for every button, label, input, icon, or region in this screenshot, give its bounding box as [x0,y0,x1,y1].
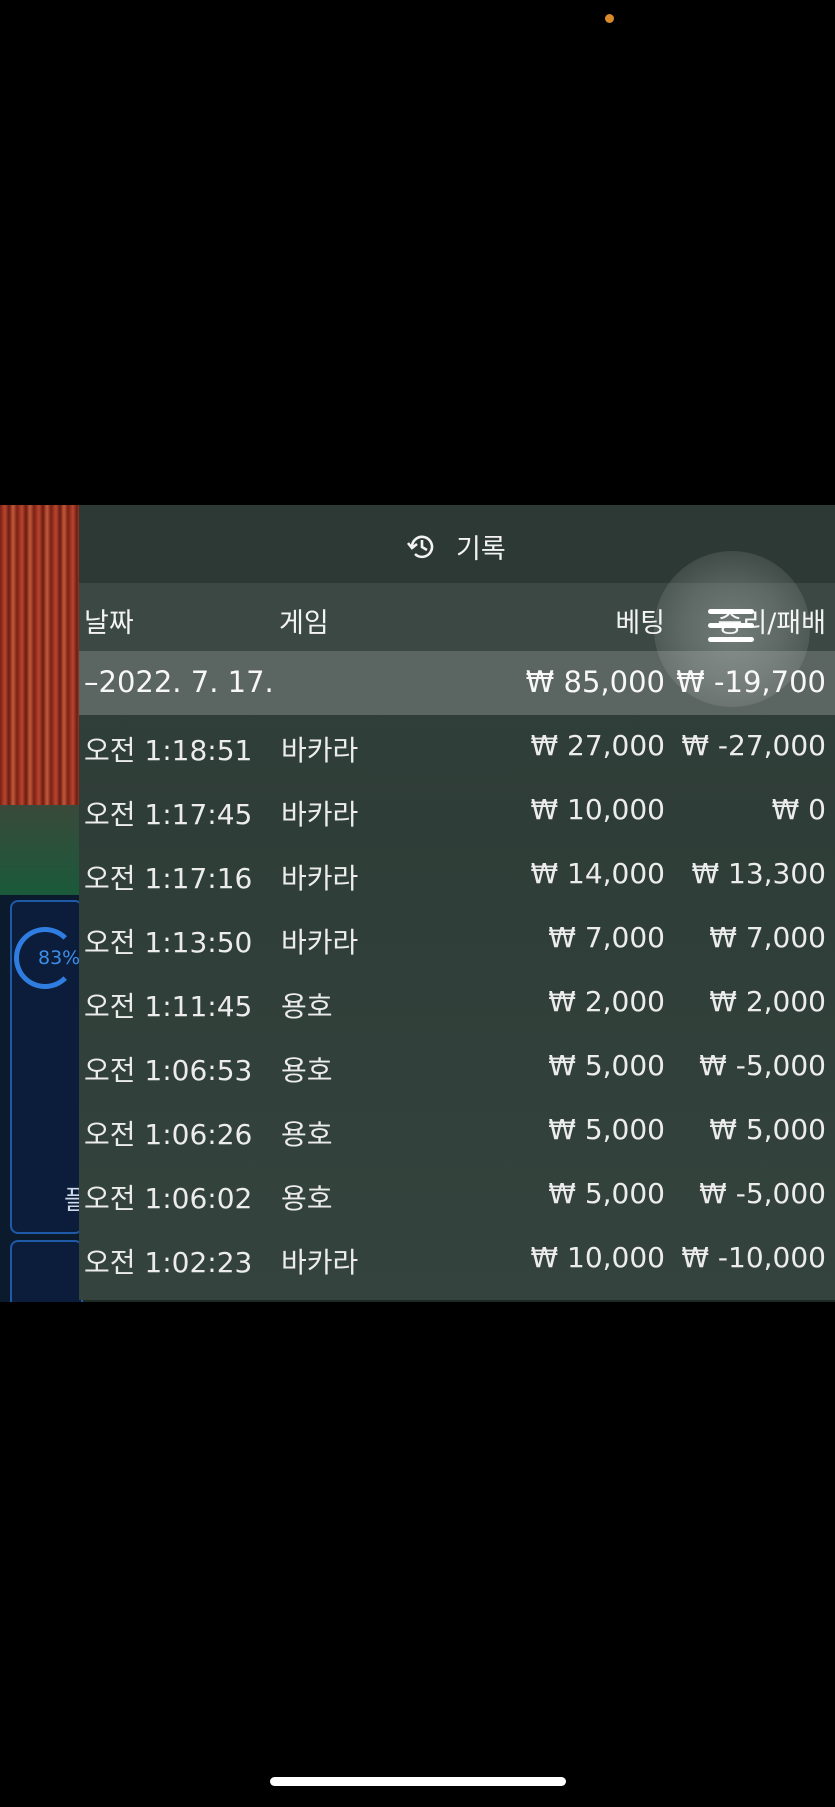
row-game: 바카라 [281,734,359,767]
game-sidebar: 83% 플 [0,505,88,1302]
row-game: 바카라 [281,862,359,895]
table-row[interactable]: 오전 1:06:53 용호 ₩ 5,000 ₩ -5,000 [79,1035,835,1099]
camera-indicator [605,14,614,23]
percent-label: 83% [38,947,81,969]
menu-button[interactable] [654,551,810,707]
row-winloss: ₩ 7,000 [709,921,826,954]
column-date: 날짜 [84,608,134,639]
table-row[interactable]: 오전 1:13:50 바카라 ₩ 7,000 ₩ 7,000 [79,907,835,971]
row-game: 바카라 [281,798,359,831]
row-time: 오전 1:13:50 [84,926,253,959]
table-row[interactable]: 오전 1:17:16 바카라 ₩ 14,000 ₩ 13,300 [79,843,835,907]
menu-icon [708,609,754,649]
stat-card-secondary[interactable] [10,1240,83,1302]
row-bet: ₩ 10,000 [530,1241,665,1274]
row-game: 용호 [281,1182,333,1215]
row-time: 오전 1:06:26 [84,1118,253,1151]
table-row[interactable]: 오전 1:11:45 용호 ₩ 2,000 ₩ 2,000 [79,971,835,1035]
row-winloss: ₩ 5,000 [709,1113,826,1146]
group-date: –2022. 7. 17. [84,665,274,699]
row-winloss: ₩ 13,300 [691,857,826,890]
row-bet: ₩ 5,000 [548,1113,665,1146]
row-game: 용호 [281,1118,333,1151]
row-game: 바카라 [281,926,359,959]
row-winloss: ₩ 0 [771,793,826,826]
row-winloss: ₩ -5,000 [699,1049,826,1082]
history-panel: 기록 날짜 게임 베팅 승리/패배 –2022. 7. 17. ₩ 85,000… [79,505,835,1300]
row-winloss: ₩ -5,000 [699,1177,826,1210]
row-winloss: ₩ -10,000 [681,1241,826,1274]
table-row[interactable]: 오전 1:06:02 용호 ₩ 5,000 ₩ -5,000 [79,1163,835,1227]
table-row[interactable]: 오전 1:02:23 바카라 ₩ 10,000 ₩ -10,000 [79,1227,835,1291]
row-game: 용호 [281,990,333,1023]
row-bet: ₩ 5,000 [548,1049,665,1082]
row-time: 오전 1:11:45 [84,990,253,1023]
row-bet: ₩ 2,000 [548,985,665,1018]
row-bet: ₩ 14,000 [530,857,665,890]
table-row[interactable]: 오전 1:17:45 바카라 ₩ 10,000 ₩ 0 [79,779,835,843]
row-time: 오전 1:06:02 [84,1182,253,1215]
row-time: 오전 1:17:45 [84,798,253,831]
table-row[interactable]: 오전 1:18:51 바카라 ₩ 27,000 ₩ -27,000 [79,715,835,779]
row-bet: ₩ 7,000 [548,921,665,954]
row-game: 바카라 [281,1246,359,1279]
history-title: 기록 [456,534,506,565]
home-indicator[interactable] [270,1777,566,1786]
row-time: 오전 1:06:53 [84,1054,253,1087]
row-time: 오전 1:17:16 [84,862,253,895]
row-winloss: ₩ 2,000 [709,985,826,1018]
game-stage: 83% 플 기록 날짜 게임 베팅 승리/패배 –2022. 7. 17. ₩ … [0,505,835,1302]
row-bet: ₩ 27,000 [530,729,665,762]
row-winloss: ₩ -27,000 [681,729,826,762]
row-time: 오전 1:02:23 [84,1246,253,1279]
table-row[interactable]: 오전 1:06:26 용호 ₩ 5,000 ₩ 5,000 [79,1099,835,1163]
column-game: 게임 [279,608,329,639]
history-icon [406,535,434,558]
row-bet: ₩ 10,000 [530,793,665,826]
row-bet: ₩ 5,000 [548,1177,665,1210]
video-feed-table [0,805,79,895]
video-feed-curtain [0,505,79,805]
row-game: 용호 [281,1054,333,1087]
group-bet-total: ₩ 85,000 [525,665,665,699]
row-time: 오전 1:18:51 [84,734,253,767]
